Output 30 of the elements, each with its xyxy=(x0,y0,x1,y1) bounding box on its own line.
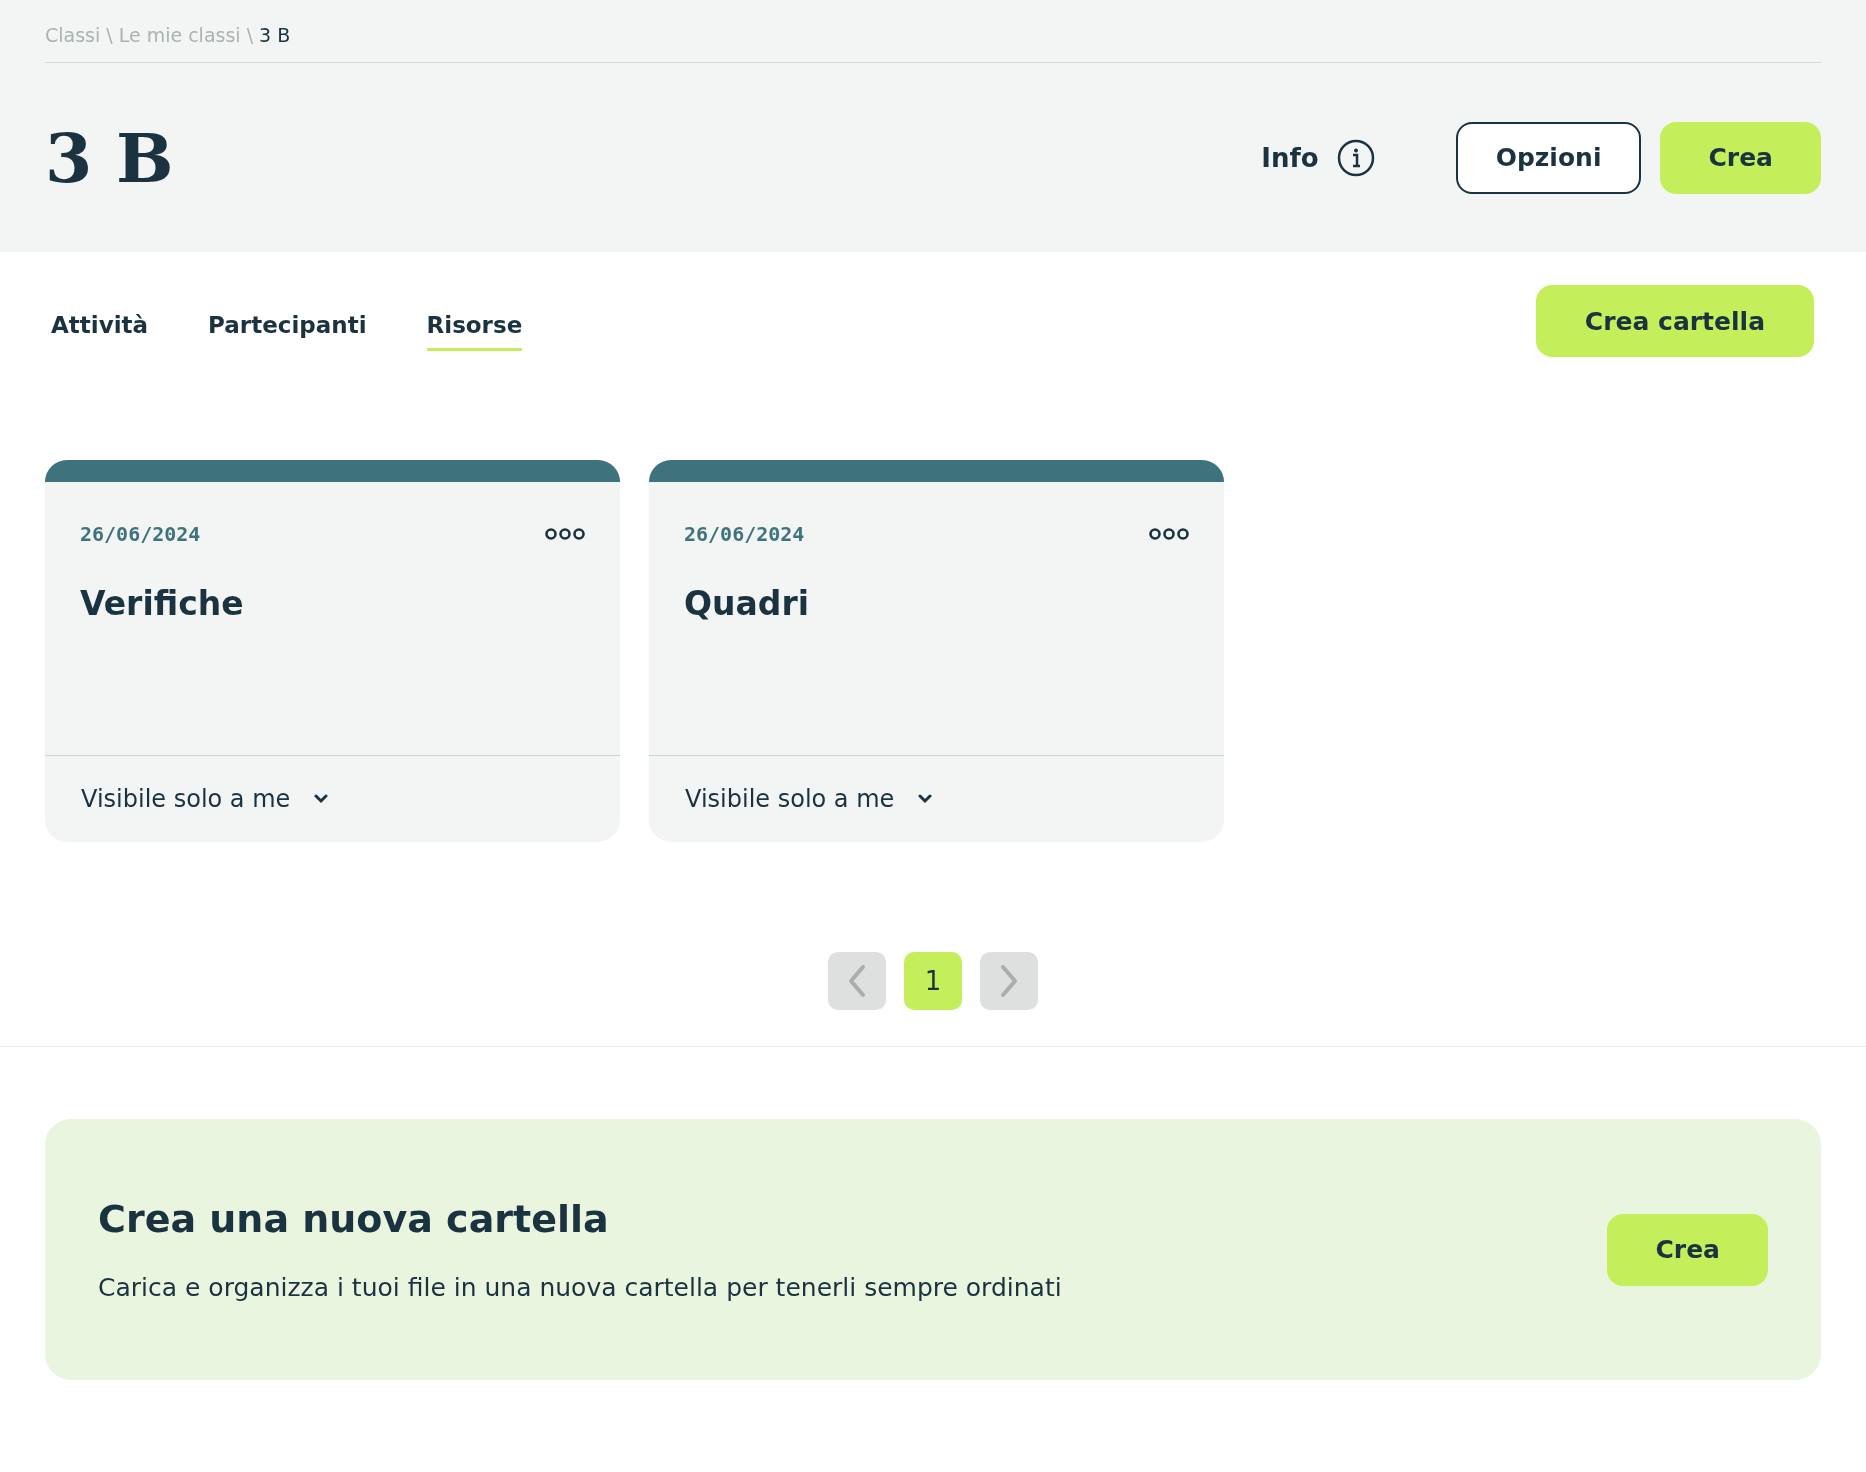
tab[interactable]: Partecipanti xyxy=(208,312,367,351)
tab[interactable]: Attività xyxy=(51,312,149,351)
chevron-down-icon xyxy=(918,794,933,804)
create-button[interactable]: Crea xyxy=(1660,121,1821,194)
page-title: 3 B xyxy=(45,117,175,198)
banner-title: Crea una nuova cartella xyxy=(98,1197,610,1241)
info-button[interactable]: Info xyxy=(1255,137,1381,178)
banner-text: Carica e organizza i tuoi file in una nuova cartella per tenerli sempre ordinati xyxy=(98,1273,1063,1302)
page-button[interactable]: 1 xyxy=(904,952,962,1010)
folder-card[interactable]: 26/06/2024 Verifiche Visibile solo a me xyxy=(45,460,620,842)
chevron-left-icon xyxy=(847,964,867,998)
folder-card[interactable]: 26/06/2024 Quadri Visibile solo a me xyxy=(649,460,1224,842)
visibility-dropdown[interactable]: Visibile solo a me xyxy=(45,756,620,842)
visibility-dropdown[interactable]: Visibile solo a me xyxy=(649,756,1224,842)
breadcrumb-item: 3 B xyxy=(259,24,291,46)
tab[interactable]: Risorse xyxy=(426,312,523,351)
banner-create-button[interactable]: Crea xyxy=(1607,1213,1768,1286)
more-options-icon[interactable] xyxy=(545,527,585,541)
info-icon xyxy=(1336,138,1375,177)
folder-name: Quadri xyxy=(684,584,811,623)
breadcrumb-separator: \ xyxy=(246,24,254,46)
breadcrumb-separator: \ xyxy=(106,24,113,46)
chevron-down-icon xyxy=(314,794,329,804)
folder-date: 26/06/2024 xyxy=(80,522,201,546)
more-options-icon[interactable] xyxy=(1149,527,1189,541)
folder-name: Verifiche xyxy=(80,584,245,623)
chevron-right-icon xyxy=(999,964,1019,998)
options-button[interactable]: Opzioni xyxy=(1455,121,1642,194)
folder-date: 26/06/2024 xyxy=(684,522,805,546)
create-folder-button[interactable]: Crea cartella xyxy=(1535,285,1814,357)
